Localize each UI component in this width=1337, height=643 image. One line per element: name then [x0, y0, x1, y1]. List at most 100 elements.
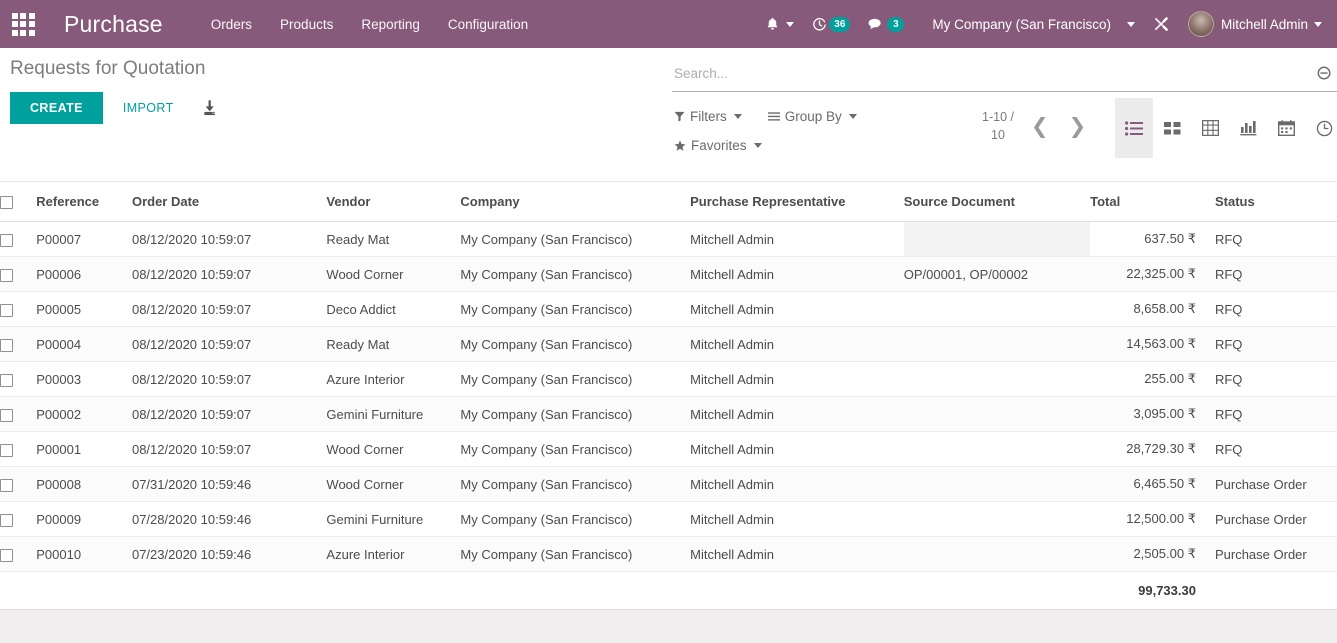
filters-dropdown[interactable]: Filters: [672, 102, 752, 131]
table-row[interactable]: P00009 07/28/2020 10:59:46 Gemini Furnitur…: [0, 501, 1337, 538]
cell-status: Purchase Order: [1205, 536, 1337, 573]
search-area: Filters Group By: [672, 48, 1337, 182]
breadcrumb[interactable]: Requests for Quotation: [10, 58, 205, 80]
column-header-representative[interactable]: Purchase Representative: [690, 182, 904, 223]
search-minus-icon[interactable]: [1310, 65, 1333, 82]
bug-tools-icon: [1154, 16, 1168, 31]
row-checkbox[interactable]: [0, 303, 13, 317]
company-switcher[interactable]: My Company (San Francisco): [913, 17, 1144, 32]
row-checkbox[interactable]: [0, 513, 13, 527]
row-checkbox[interactable]: [0, 373, 13, 387]
list-view-icon[interactable]: [1115, 98, 1153, 158]
menu-item-reporting[interactable]: Reporting: [349, 11, 432, 38]
column-header-total[interactable]: Total: [1090, 182, 1206, 223]
cell-total-value: 6,465.50: [1133, 476, 1185, 492]
messages-icon: [868, 18, 882, 30]
table-head: Reference Order Date Vendor Company Purc…: [0, 182, 1337, 223]
table-row[interactable]: P00007 08/12/2020 10:59:07 Ready Mat My Com…: [0, 221, 1337, 258]
app-brand-title[interactable]: Purchase: [64, 11, 163, 38]
cell-total-value: 8,658.00: [1133, 301, 1185, 317]
favorites-label: Favorites: [691, 138, 747, 153]
table-row[interactable]: P00005 08/12/2020 10:59:07 Deco Addict My C…: [0, 291, 1337, 328]
pivot-view-icon[interactable]: [1191, 98, 1229, 158]
user-menu[interactable]: Mitchell Admin: [1179, 11, 1331, 37]
menu-item-configuration[interactable]: Configuration: [436, 11, 540, 38]
total-spacer-ref: [36, 571, 132, 611]
cell-currency-symbol: ₹: [1187, 372, 1196, 388]
apps-grid-icon[interactable]: [0, 0, 46, 48]
cell-currency-symbol: ₹: [1187, 232, 1196, 248]
row-checkbox[interactable]: [0, 233, 13, 247]
cell-source-document: [903, 361, 1091, 398]
row-checkbox[interactable]: [0, 478, 13, 492]
search-bar[interactable]: [672, 56, 1337, 92]
cell-currency-symbol: ₹: [1187, 302, 1196, 318]
column-header-status[interactable]: Status: [1205, 182, 1337, 223]
debug-tools-button[interactable]: [1144, 16, 1179, 33]
user-name-label: Mitchell Admin: [1220, 16, 1308, 32]
messages-button[interactable]: 3: [859, 16, 913, 32]
list-view: Reference Order Date Vendor Company Purc…: [0, 182, 1337, 611]
avatar: [1187, 11, 1214, 37]
search-input[interactable]: [672, 66, 1310, 81]
cell-source-document: [903, 431, 1091, 468]
filters-caret-icon: [733, 114, 742, 119]
column-header-reference[interactable]: Reference: [36, 182, 132, 223]
cell-source-document: [903, 501, 1091, 538]
table-row[interactable]: P00003 08/12/2020 10:59:07 Azure Interior M…: [0, 361, 1337, 398]
cell-source-document: [903, 291, 1091, 328]
cell-order-date: 07/31/2020 10:59:46: [131, 466, 327, 503]
cell-representative: Mitchell Admin: [690, 256, 904, 293]
select-all-checkbox[interactable]: [0, 196, 13, 210]
table-row[interactable]: P00006 08/12/2020 10:59:07 Wood Corner My C…: [0, 256, 1337, 293]
groupby-dropdown[interactable]: Group By: [766, 102, 867, 131]
row-checkbox[interactable]: [0, 548, 13, 562]
download-export-icon[interactable]: [200, 99, 219, 118]
activity-clock-view-icon[interactable]: [1305, 98, 1337, 158]
column-header-order-date[interactable]: Order Date: [131, 182, 327, 223]
cell-representative: Mitchell Admin: [690, 431, 904, 468]
cell-reference: P00009: [36, 501, 132, 538]
company-caret-icon: [1126, 21, 1135, 27]
control-panel: Requests for Quotation CREATE IMPORT Sea…: [0, 48, 1337, 182]
table-row[interactable]: P00008 07/31/2020 10:59:46 Wood Corner My C…: [0, 466, 1337, 503]
row-checkbox[interactable]: [0, 338, 13, 352]
row-checkbox[interactable]: [0, 443, 13, 457]
menu-item-orders[interactable]: Orders: [199, 11, 264, 38]
calendar-view-icon[interactable]: [1267, 98, 1305, 158]
table-row[interactable]: P00010 07/23/2020 10:59:46 Azure Interior M…: [0, 536, 1337, 573]
bell-caret-icon: [786, 21, 795, 27]
column-header-company[interactable]: Company: [460, 182, 691, 223]
cell-representative: Mitchell Admin: [690, 536, 904, 573]
notifications-bell-button[interactable]: [756, 16, 803, 32]
menu-item-products[interactable]: Products: [268, 11, 345, 38]
cell-company: My Company (San Francisco): [460, 396, 691, 433]
table-row[interactable]: P00004 08/12/2020 10:59:07 Ready Mat My Com…: [0, 326, 1337, 363]
pager-previous-button[interactable]: ❮: [1021, 116, 1059, 137]
cell-total-value: 2,505.00: [1133, 546, 1185, 562]
cell-status: RFQ: [1205, 326, 1337, 363]
cell-total: 12,500.00 ₹: [1090, 501, 1206, 538]
clock-activity-icon: [813, 17, 827, 30]
total-spacer-comp: [460, 571, 691, 611]
favorites-dropdown[interactable]: Favorites: [672, 131, 772, 160]
import-button[interactable]: IMPORT: [109, 92, 188, 124]
table-row[interactable]: P00002 08/12/2020 10:59:07 Gemini Furnitur…: [0, 396, 1337, 433]
cell-company: My Company (San Francisco): [460, 326, 691, 363]
column-header-source-document[interactable]: Source Document: [903, 182, 1091, 223]
activities-button[interactable]: 36: [803, 16, 859, 32]
pager-count[interactable]: 1-10 / 10: [975, 108, 1021, 144]
create-button[interactable]: CREATE: [10, 92, 103, 124]
cell-order-date: 08/12/2020 10:59:07: [131, 326, 327, 363]
cell-company: My Company (San Francisco): [460, 431, 691, 468]
row-checkbox[interactable]: [0, 408, 13, 422]
kanban-view-icon[interactable]: [1153, 98, 1191, 158]
cell-total: 8,658.00 ₹: [1090, 291, 1206, 328]
column-header-vendor[interactable]: Vendor: [326, 182, 461, 223]
graph-view-icon[interactable]: [1229, 98, 1267, 158]
table-row[interactable]: P00001 08/12/2020 10:59:07 Wood Corner My C…: [0, 431, 1337, 468]
row-checkbox[interactable]: [0, 268, 13, 282]
pager-next-button[interactable]: ❯: [1059, 116, 1097, 137]
cell-source-document: [903, 466, 1091, 503]
cell-company: My Company (San Francisco): [460, 361, 691, 398]
